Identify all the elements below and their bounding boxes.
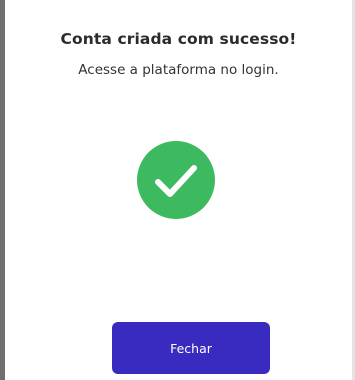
dialog-message: Acesse a plataforma no login. [78,62,279,78]
close-button[interactable]: Fechar [112,322,270,374]
success-dialog: Conta criada com sucesso! Acesse a plata… [5,0,352,380]
dialog-title: Conta criada com sucesso! [60,30,297,48]
check-circle-icon [137,141,215,219]
dialog-frame: Conta criada com sucesso! Acesse a plata… [0,0,355,380]
